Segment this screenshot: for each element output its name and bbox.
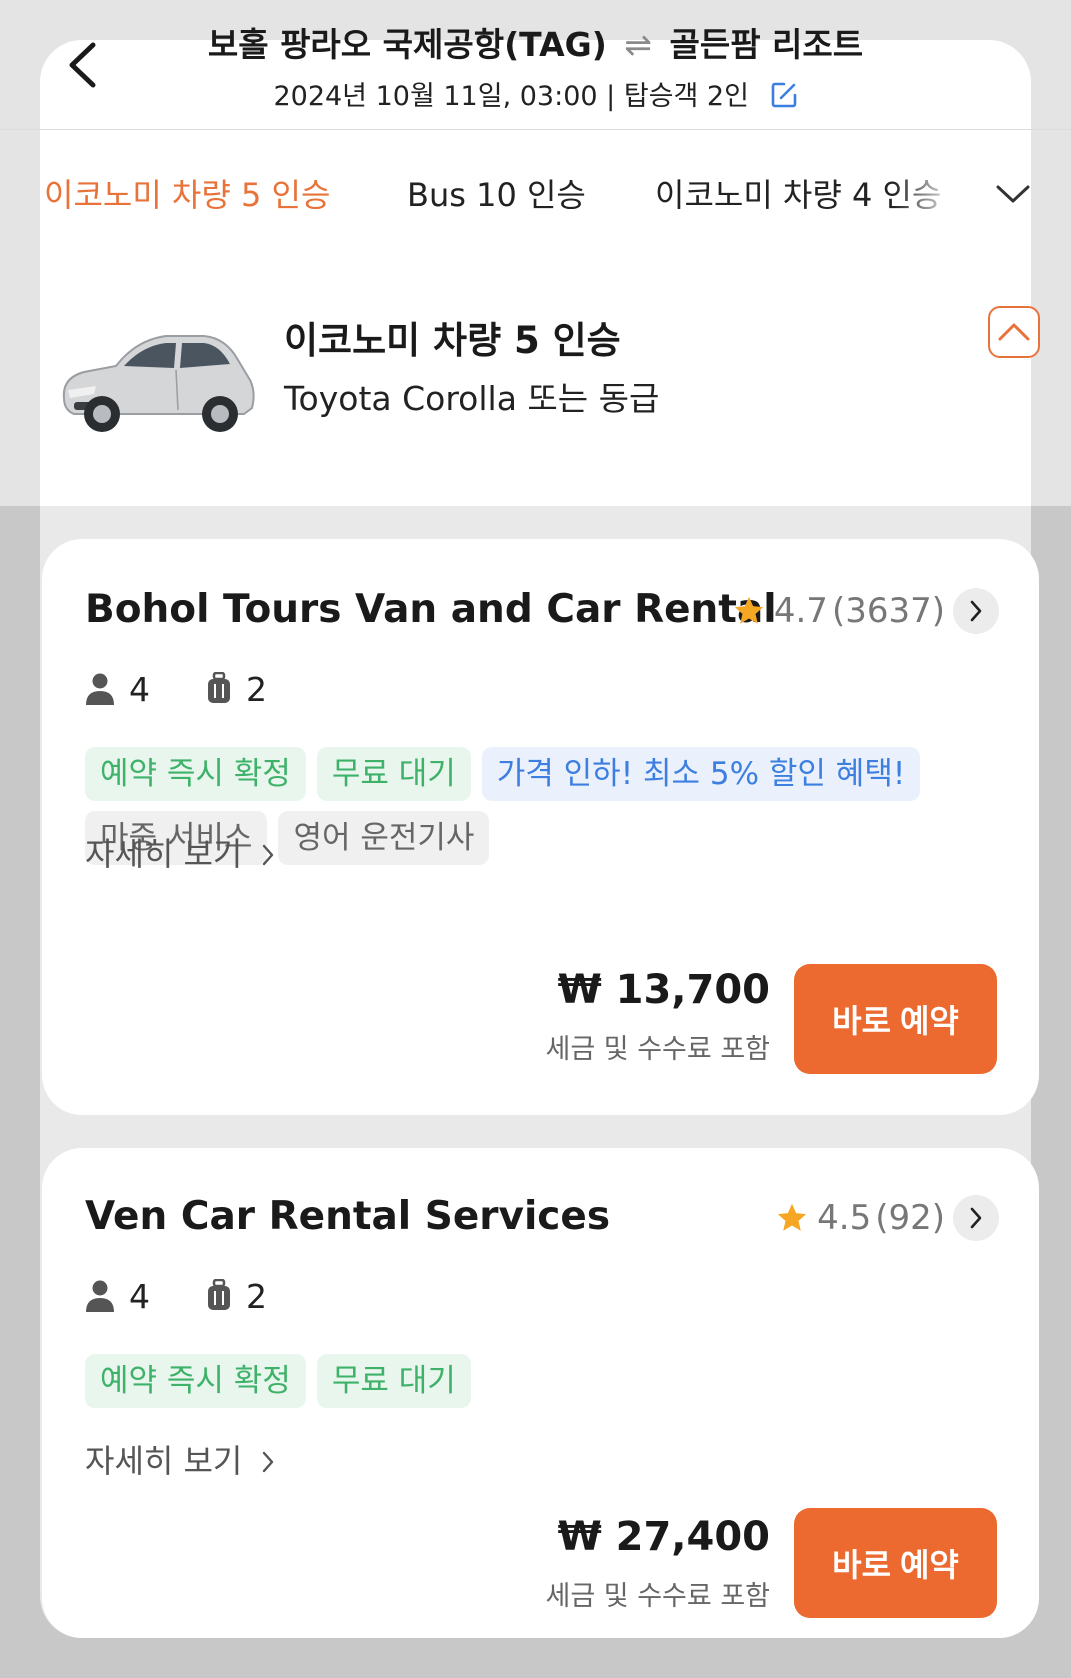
listing-card: Bohol Tours Van and Car Rental 4.7 (3637… <box>42 539 1039 1115</box>
vehicle-tabs: 이코노미 차량 5 인승 Bus 10 인승 이코노미 차량 4 인승 <box>44 170 944 220</box>
capacity: 4 2 <box>85 667 323 711</box>
details-link[interactable]: 자세히 보기 <box>85 829 275 875</box>
trip-summary-text: 2024년 10월 11일, 03:00 | 탑승객 2인 <box>273 81 749 112</box>
rating: 4.5 (92) <box>775 1194 999 1242</box>
tabs-fade <box>894 170 944 220</box>
collapse-button[interactable] <box>988 306 1040 358</box>
feature-tags: 예약 즉시 확정 무료 대기 <box>85 1354 995 1418</box>
passenger-count: 4 <box>129 669 150 709</box>
passenger-count: 4 <box>129 1276 150 1316</box>
tag-english-driver: 영어 운전기사 <box>278 811 490 865</box>
book-now-button[interactable]: 바로 예약 <box>794 964 997 1074</box>
vehicle-model: Toyota Corolla 또는 동급 <box>284 379 660 418</box>
price: ₩ 13,700 <box>557 967 770 1013</box>
price-note: 세금 및 수수료 포함 <box>545 1581 770 1612</box>
chevron-up-icon <box>998 323 1030 341</box>
listing-card: Ven Car Rental Services 4.5 (92) 4 2 예약 … <box>42 1148 1039 1638</box>
tag-free-wait: 무료 대기 <box>316 1354 471 1408</box>
chevron-right-icon <box>262 1451 273 1473</box>
chevron-right-icon <box>970 600 982 622</box>
book-now-button[interactable]: 바로 예약 <box>794 1508 997 1618</box>
tab-economy-5[interactable]: 이코노미 차량 5 인승 <box>44 170 330 216</box>
rating-value: 4.5 <box>817 1198 872 1238</box>
chevron-down-icon <box>996 185 1030 203</box>
star-icon <box>734 596 764 624</box>
tag-instant-confirm: 예약 즉시 확정 <box>85 1354 306 1408</box>
car-image <box>62 335 255 432</box>
details-label: 자세히 보기 <box>85 835 243 873</box>
rating-value: 4.7 <box>773 591 828 631</box>
luggage-icon <box>208 672 230 703</box>
header: 보홀 팡라오 국제공항(TAG) ⇌ 골든팜 리조트 2024년 10월 11일… <box>0 0 1071 130</box>
luggage-count: 2 <box>246 669 267 709</box>
details-link[interactable]: 자세히 보기 <box>85 1436 275 1482</box>
route-title: 보홀 팡라오 국제공항(TAG) ⇌ 골든팜 리조트 <box>0 18 1071 66</box>
chevron-right-icon <box>970 1207 982 1229</box>
luggage-icon <box>208 1279 230 1310</box>
person-icon <box>86 1280 114 1312</box>
rating: 4.7 (3637) <box>732 587 999 635</box>
provider-name: Ven Car Rental Services <box>85 1194 611 1239</box>
vehicle-title: 이코노미 차량 5 인승 <box>284 319 621 362</box>
reviews-button[interactable] <box>953 588 999 634</box>
tabs-more-button[interactable] <box>990 172 1036 216</box>
tag-discount: 가격 인하! 최소 5% 할인 혜택! <box>481 747 921 801</box>
swap-icon: ⇌ <box>624 25 652 64</box>
reviews-button[interactable] <box>953 1195 999 1241</box>
vehicle-summary: 이코노미 차량 5 인승 Toyota Corolla 또는 동급 <box>40 280 1040 470</box>
person-icon <box>86 673 114 705</box>
star-icon <box>777 1203 807 1231</box>
review-count: (92) <box>875 1198 945 1238</box>
origin-label: 보홀 팡라오 국제공항(TAG) <box>207 25 607 64</box>
tag-instant-confirm: 예약 즉시 확정 <box>85 747 306 801</box>
provider-name: Bohol Tours Van and Car Rental <box>85 587 777 632</box>
price-note: 세금 및 수수료 포함 <box>545 1034 770 1065</box>
destination-label: 골든팜 리조트 <box>669 25 864 64</box>
details-label: 자세히 보기 <box>85 1442 243 1480</box>
price: ₩ 27,400 <box>557 1514 770 1560</box>
trip-summary: 2024년 10월 11일, 03:00 | 탑승객 2인 <box>0 74 1071 113</box>
tag-free-wait: 무료 대기 <box>316 747 471 801</box>
capacity: 4 2 <box>85 1274 323 1318</box>
review-count: (3637) <box>831 591 945 631</box>
tab-bus-10[interactable]: Bus 10 인승 <box>407 170 586 216</box>
edit-icon[interactable] <box>770 81 798 109</box>
luggage-count: 2 <box>246 1276 267 1316</box>
chevron-right-icon <box>262 844 273 866</box>
